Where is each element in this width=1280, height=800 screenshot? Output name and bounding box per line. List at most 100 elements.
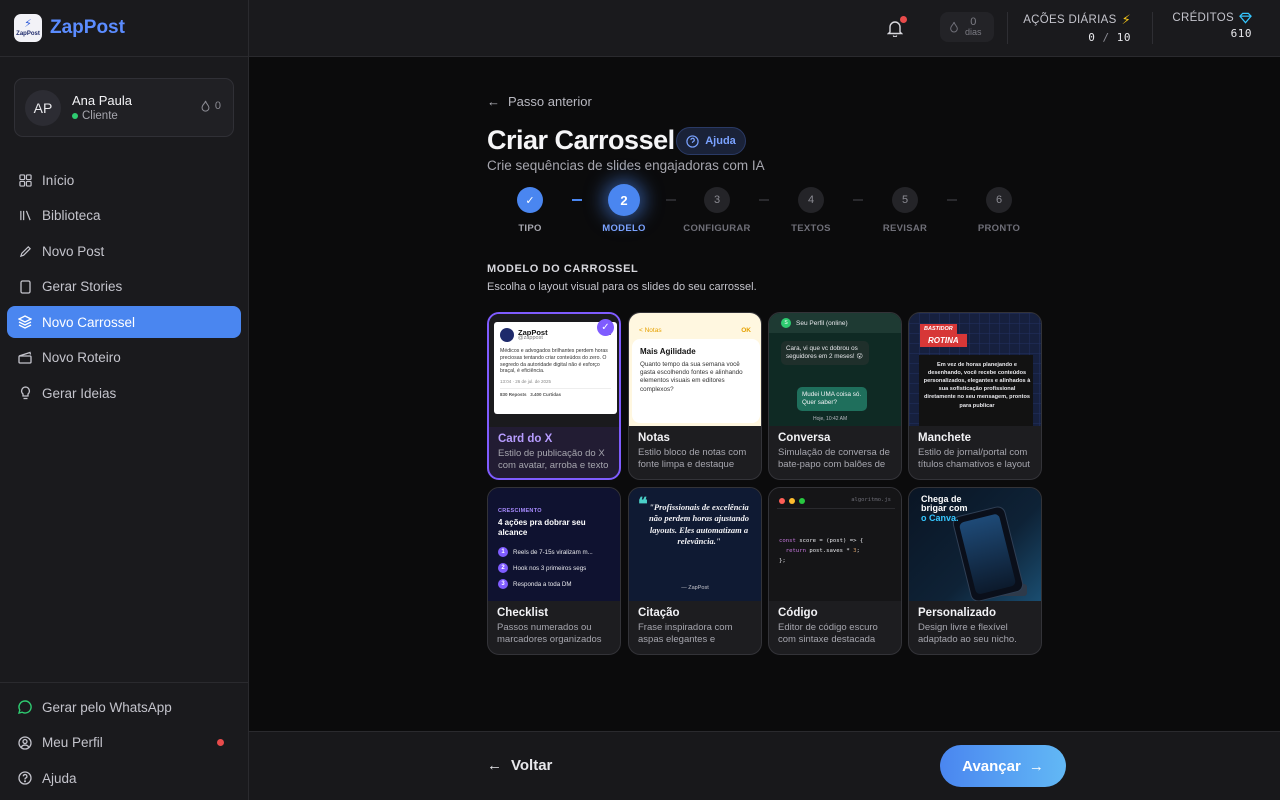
window-controls-icon [779, 498, 805, 504]
profile-notification-dot [217, 739, 224, 746]
topbar: 0 dias AÇÕES DIÁRIAS ⚡ 0 / 10 CRÉDITOS 6… [249, 0, 1280, 57]
page-subtitle: Crie sequências de slides engajadoras co… [487, 158, 765, 173]
page-title: Criar Carrossel [487, 125, 675, 155]
step-connector [759, 199, 769, 201]
bolt-icon: ⚡ [1121, 12, 1131, 27]
card-title: Código [778, 607, 818, 619]
sidebar-item-whatsapp[interactable]: Gerar pelo WhatsApp [7, 691, 242, 723]
sidebar-item-gerar-ideias[interactable]: Gerar Ideias [7, 377, 241, 409]
step-connector [853, 199, 863, 201]
template-card-citacao[interactable]: ❝ "Profissionais de excelência não perde… [628, 487, 762, 655]
card-title: Citação [638, 607, 680, 619]
chat-bubble: Mudei UMA coisa só. Quer saber? [797, 387, 867, 412]
help-circle-icon [686, 134, 699, 148]
template-card-manchete[interactable]: BASTIDOR ROTINA Em vez de horas planejan… [908, 312, 1042, 480]
sidebar-item-inicio[interactable]: Início [7, 164, 241, 196]
template-card-conversa[interactable]: S Seu Perfil (online) Cara, vi que vc do… [768, 312, 902, 480]
quote-icon: ❝ [638, 494, 648, 514]
arrow-left-icon: ← [487, 757, 502, 774]
clapper-icon [18, 351, 32, 365]
section-title: MODELO DO CARROSSEL [487, 263, 639, 275]
wizard-footer: ← Voltar Avançar → [249, 731, 1280, 800]
flame-icon [950, 21, 958, 33]
card-description: Editor de código escuro com sintaxe dest… [778, 622, 878, 645]
card-preview: ❝ "Profissionais de excelência não perde… [629, 488, 761, 601]
card-preview: < Notas OK Mais Agilidade Quanto tempo d… [629, 313, 761, 426]
template-card-personalizado[interactable]: Chega de brigar com o Canva. Personaliza… [908, 487, 1042, 655]
step-connector [572, 199, 582, 201]
library-icon [18, 209, 32, 223]
online-dot [72, 113, 78, 119]
divider [1007, 12, 1008, 44]
streak-unit: dias [965, 27, 982, 38]
step-connector [666, 199, 676, 201]
step-pronto: 6 PRONTO [959, 187, 1039, 234]
card-title: Conversa [778, 432, 831, 444]
brand[interactable]: ⚡ ZapPost ZapPost [0, 0, 248, 57]
brand-logo: ⚡ ZapPost [14, 14, 42, 42]
step-tipo[interactable]: ✓ TIPO [490, 187, 570, 234]
step-revisar: 5 REVISAR [865, 187, 945, 234]
step-textos: 4 TEXTOS [771, 187, 851, 234]
whatsapp-icon [18, 700, 32, 714]
help-button[interactable]: Ajuda [676, 127, 746, 155]
card-title: Notas [638, 432, 670, 444]
template-card-notas[interactable]: < Notas OK Mais Agilidade Quanto tempo d… [628, 312, 762, 480]
stepper: ✓ TIPO 2 MODELO 3 CONFIGURAR 4 TEXTOS 5 … [487, 184, 1047, 237]
sidebar-item-novo-post[interactable]: Novo Post [7, 235, 241, 267]
sidebar-item-novo-carrossel[interactable]: Novo Carrossel [7, 306, 241, 338]
sidebar-item-gerar-stories[interactable]: Gerar Stories [7, 271, 241, 303]
next-button[interactable]: Avançar → [940, 745, 1066, 787]
credits-value: 610 [1230, 27, 1252, 40]
diamond-icon [1239, 12, 1252, 24]
check-icon: ✓ [597, 319, 614, 336]
sidebar-bottom: Gerar pelo WhatsApp Meu Perfil Ajuda [0, 682, 249, 800]
user-card[interactable]: AP Ana Paula Cliente 0 [14, 78, 234, 137]
sidebar-item-meu-perfil[interactable]: Meu Perfil [7, 727, 242, 759]
pencil-icon [18, 244, 32, 258]
brand-name: ZapPost [50, 17, 125, 38]
card-description: Simulação de conversa de bate-papo com b… [778, 447, 890, 470]
chat-bubble: Cara, vi que vc dobrou os seguidores em … [781, 341, 869, 366]
back-button[interactable]: ← Voltar [487, 757, 552, 774]
streak-value: 0 [970, 15, 977, 28]
card-description: Passos numerados ou marcadores organizad… [497, 622, 602, 645]
divider [1152, 12, 1153, 44]
card-description: Estilo bloco de notas com fonte limpa e … [638, 447, 747, 470]
avatar: S [781, 318, 791, 328]
section-subtitle: Escolha o layout visual para os slides d… [487, 281, 757, 293]
sidebar: ⚡ ZapPost ZapPost AP Ana Paula Cliente 0… [0, 0, 249, 800]
step-modelo[interactable]: 2 MODELO [584, 184, 664, 234]
step-configurar: 3 CONFIGURAR [677, 187, 757, 234]
credits: CRÉDITOS 610 [1164, 12, 1252, 40]
card-preview: Chega de brigar com o Canva. [909, 488, 1041, 601]
main-nav: Início Biblioteca Novo Post Gerar Storie… [7, 164, 241, 413]
card-preview: BASTIDOR ROTINA Em vez de horas planejan… [909, 313, 1041, 426]
user-name: Ana Paula [72, 93, 132, 108]
template-card-checklist[interactable]: CRESCIMENTO 4 ações pra dobrar seu alcan… [487, 487, 621, 655]
card-title: Card do X [498, 433, 553, 445]
sidebar-item-ajuda[interactable]: Ajuda [7, 762, 242, 794]
daily-actions: AÇÕES DIÁRIAS ⚡ 0 / 10 [1023, 12, 1131, 44]
zap-logo-icon: ⚡ [24, 18, 32, 30]
previous-step-link[interactable]: ← Passo anterior [487, 94, 592, 109]
card-description: Estilo de publicação do X com avatar, ar… [498, 448, 609, 471]
card-title: Personalizado [918, 607, 996, 619]
template-card-x[interactable]: ✓ ZapPost@zappost X Médicos e advogados … [487, 312, 621, 480]
lightbulb-icon [18, 386, 32, 400]
template-card-codigo[interactable]: algoritmo.js const score = (post) => { r… [768, 487, 902, 655]
card-preview: CRESCIMENTO 4 ações pra dobrar seu alcan… [488, 488, 620, 601]
notification-dot [900, 16, 907, 23]
sidebar-item-biblioteca[interactable]: Biblioteca [7, 200, 241, 232]
streak-widget[interactable]: 0 dias [940, 12, 994, 42]
card-title: Manchete [918, 432, 972, 444]
card-description: Estilo de jornal/portal com títulos cham… [918, 447, 1030, 470]
card-description: Design livre e flexível adaptado ao seu … [918, 622, 1017, 645]
user-circle-icon [18, 735, 32, 750]
arrow-left-icon: ← [487, 94, 500, 109]
sidebar-item-novo-roteiro[interactable]: Novo Roteiro [7, 342, 241, 374]
avatar: AP [25, 89, 61, 126]
card-description: Frase inspiradora com aspas elegantes e [638, 622, 733, 645]
card-title: Checklist [497, 607, 549, 619]
phone-icon [18, 279, 32, 294]
